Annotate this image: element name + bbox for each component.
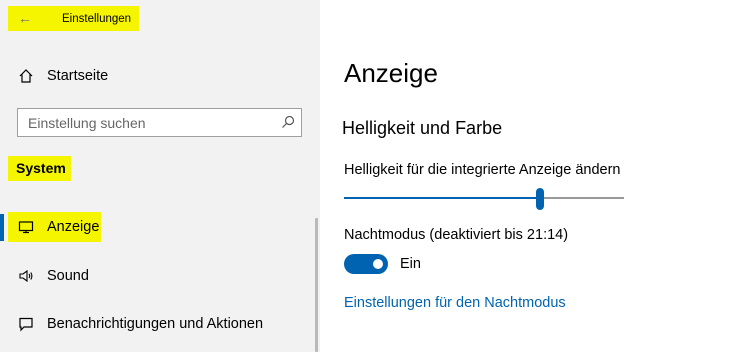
night-mode-toggle[interactable]	[344, 254, 388, 274]
section-title: Helligkeit und Farbe	[342, 118, 503, 138]
sidebar-item-label: Benachrichtigungen und Aktionen	[47, 316, 264, 332]
brightness-label: Helligkeit für die integrierte Anzeige ä…	[344, 162, 621, 178]
search-icon[interactable]	[281, 115, 295, 129]
notification-icon	[17, 315, 35, 333]
search-box[interactable]	[17, 108, 302, 137]
search-input[interactable]	[18, 109, 278, 136]
toggle-knob	[373, 259, 383, 269]
sidebar-item-display[interactable]: Anzeige	[0, 212, 316, 242]
sidebar-item-label: Anzeige	[47, 219, 100, 235]
sidebar-item-home[interactable]: Startseite	[0, 61, 316, 91]
page-title: Anzeige	[344, 58, 438, 88]
section-label-system: System	[8, 156, 71, 181]
home-icon	[17, 67, 35, 85]
back-arrow-icon[interactable]: ←	[18, 11, 32, 25]
slider-thumb[interactable]	[536, 188, 544, 210]
speaker-icon	[17, 267, 35, 285]
sidebar-item-sound[interactable]: Sound	[0, 261, 316, 291]
sidebar-item-label: Startseite	[47, 68, 109, 84]
night-mode-settings-link[interactable]: Einstellungen für den Nachtmodus	[344, 295, 566, 311]
monitor-icon	[17, 218, 35, 236]
toggle-state-label: Ein	[400, 256, 421, 272]
brightness-slider[interactable]	[344, 188, 624, 210]
sidebar: ← Einstellungen Startseite System Anzeig…	[0, 0, 320, 352]
sidebar-item-notifications[interactable]: Benachrichtigungen und Aktionen	[0, 309, 316, 339]
night-mode-label: Nachtmodus (deaktiviert bis 21:14)	[344, 227, 569, 243]
title-bar: ← Einstellungen	[8, 6, 139, 31]
main-content: Anzeige Helligkeit und Farbe Helligkeit …	[320, 0, 753, 352]
sidebar-item-label: Sound	[47, 268, 89, 284]
window-title: Einstellungen	[62, 13, 132, 25]
sidebar-scrollbar[interactable]	[315, 218, 318, 352]
slider-fill	[344, 197, 540, 199]
